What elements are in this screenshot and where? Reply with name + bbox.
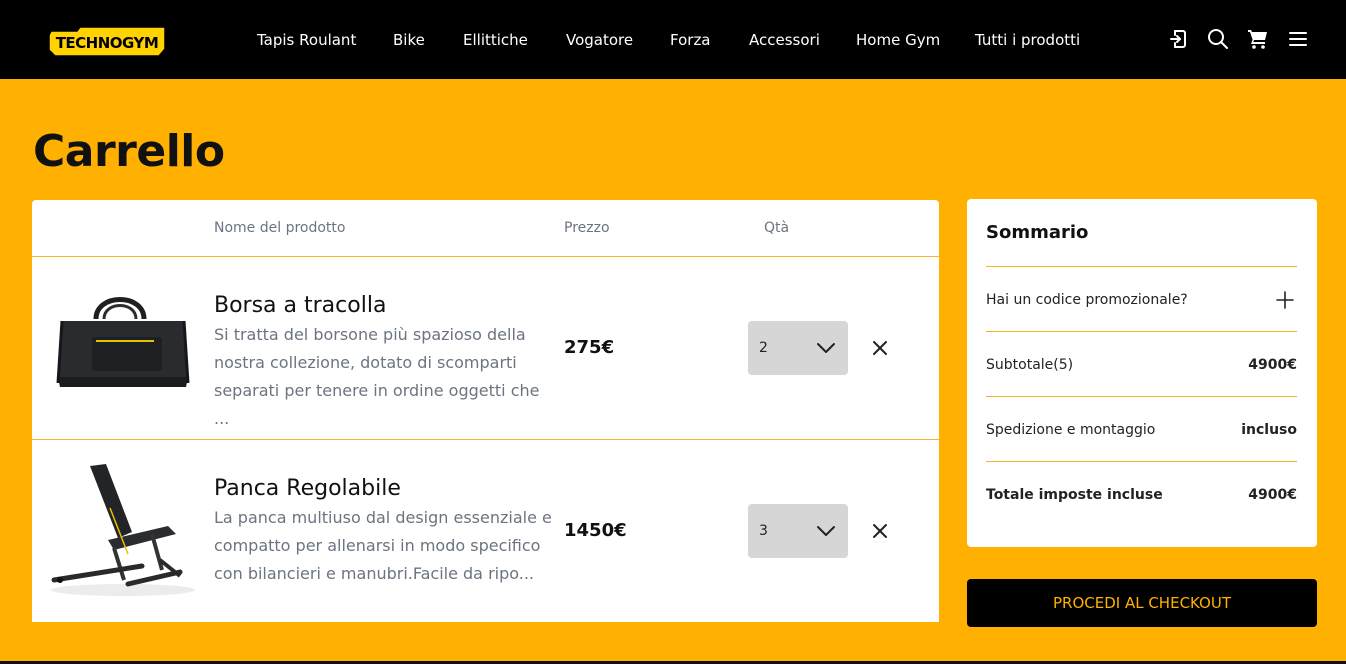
- nav-item-tapis-roulant[interactable]: Tapis Roulant: [257, 30, 356, 50]
- product-image-bag[interactable]: [48, 277, 198, 417]
- nav-item-tutti-i-prodotti[interactable]: Tutti i prodotti: [975, 30, 1080, 50]
- product-name[interactable]: Borsa a tracolla: [214, 292, 386, 320]
- chevron-down-icon: [814, 519, 838, 543]
- nav-item-forza[interactable]: Forza: [670, 30, 711, 50]
- nav-item-home-gym[interactable]: Home Gym: [856, 30, 940, 50]
- product-price: 1450€: [564, 520, 627, 541]
- cart-table-header: Nome del prodotto Prezzo Qtà: [32, 200, 939, 257]
- nav-item-accessori[interactable]: Accessori: [749, 30, 820, 50]
- order-summary: Sommario Hai un codice promozionale? Sub…: [967, 199, 1317, 547]
- column-header-price: Prezzo: [564, 220, 610, 236]
- shipping-row: Spedizione e montaggio incluso: [986, 420, 1297, 440]
- total-row: Totale imposte incluse 4900€: [986, 485, 1297, 505]
- total-label: Totale imposte incluse: [986, 487, 1163, 503]
- column-header-qty: Qtà: [764, 220, 790, 236]
- cart-table: Nome del prodotto Prezzo Qtà Borsa a tra…: [32, 200, 939, 622]
- total-value: 4900€: [1248, 487, 1297, 503]
- main-nav: Tapis Roulant Bike Ellittiche Vogatore F…: [0, 0, 1346, 79]
- promo-code-toggle[interactable]: Hai un codice promozionale?: [986, 290, 1297, 310]
- divider: [986, 461, 1297, 462]
- cart-row: Borsa a tracolla Si tratta del borsone p…: [32, 257, 939, 440]
- product-description: La panca multiuso dal design essenziale …: [214, 508, 552, 583]
- search-icon[interactable]: [1206, 27, 1230, 51]
- cart-icon[interactable]: [1246, 27, 1270, 51]
- top-navigation-bar: TECHNOGYM Tapis Roulant Bike Ellittiche …: [0, 0, 1346, 79]
- checkout-button[interactable]: PROCEDI AL CHECKOUT: [967, 579, 1317, 627]
- cart-row: Panca Regolabile La panca multiuso dal d…: [32, 440, 939, 622]
- login-icon[interactable]: [1166, 27, 1190, 51]
- page-title: Carrello: [33, 126, 225, 177]
- quantity-select[interactable]: 2: [748, 321, 848, 375]
- shipping-label: Spedizione e montaggio: [986, 422, 1156, 438]
- divider: [986, 266, 1297, 267]
- nav-item-vogatore[interactable]: Vogatore: [566, 30, 633, 50]
- summary-title: Sommario: [986, 222, 1089, 243]
- promo-code-label: Hai un codice promozionale?: [986, 292, 1188, 308]
- column-header-name: Nome del prodotto: [214, 220, 346, 236]
- subtotal-value: 4900€: [1248, 357, 1297, 373]
- chevron-down-icon: [814, 336, 838, 360]
- quantity-value: 3: [759, 523, 768, 539]
- plus-icon[interactable]: [1273, 288, 1297, 312]
- product-description: Si tratta del borsone più spazioso della…: [214, 325, 540, 428]
- nav-item-ellittiche[interactable]: Ellittiche: [463, 30, 528, 50]
- subtotal-label: Subtotale(5): [986, 357, 1074, 373]
- remove-item-button[interactable]: [868, 336, 892, 360]
- divider: [986, 396, 1297, 397]
- product-image-bench[interactable]: [48, 460, 198, 600]
- remove-item-button[interactable]: [868, 519, 892, 543]
- divider: [986, 331, 1297, 332]
- shipping-value: incluso: [1241, 422, 1297, 438]
- subtotal-row: Subtotale(5) 4900€: [986, 355, 1297, 375]
- product-name[interactable]: Panca Regolabile: [214, 475, 401, 503]
- nav-item-bike[interactable]: Bike: [393, 30, 425, 50]
- menu-icon[interactable]: [1286, 27, 1310, 51]
- quantity-value: 2: [759, 340, 768, 356]
- product-price: 275€: [564, 337, 615, 358]
- quantity-select[interactable]: 3: [748, 504, 848, 558]
